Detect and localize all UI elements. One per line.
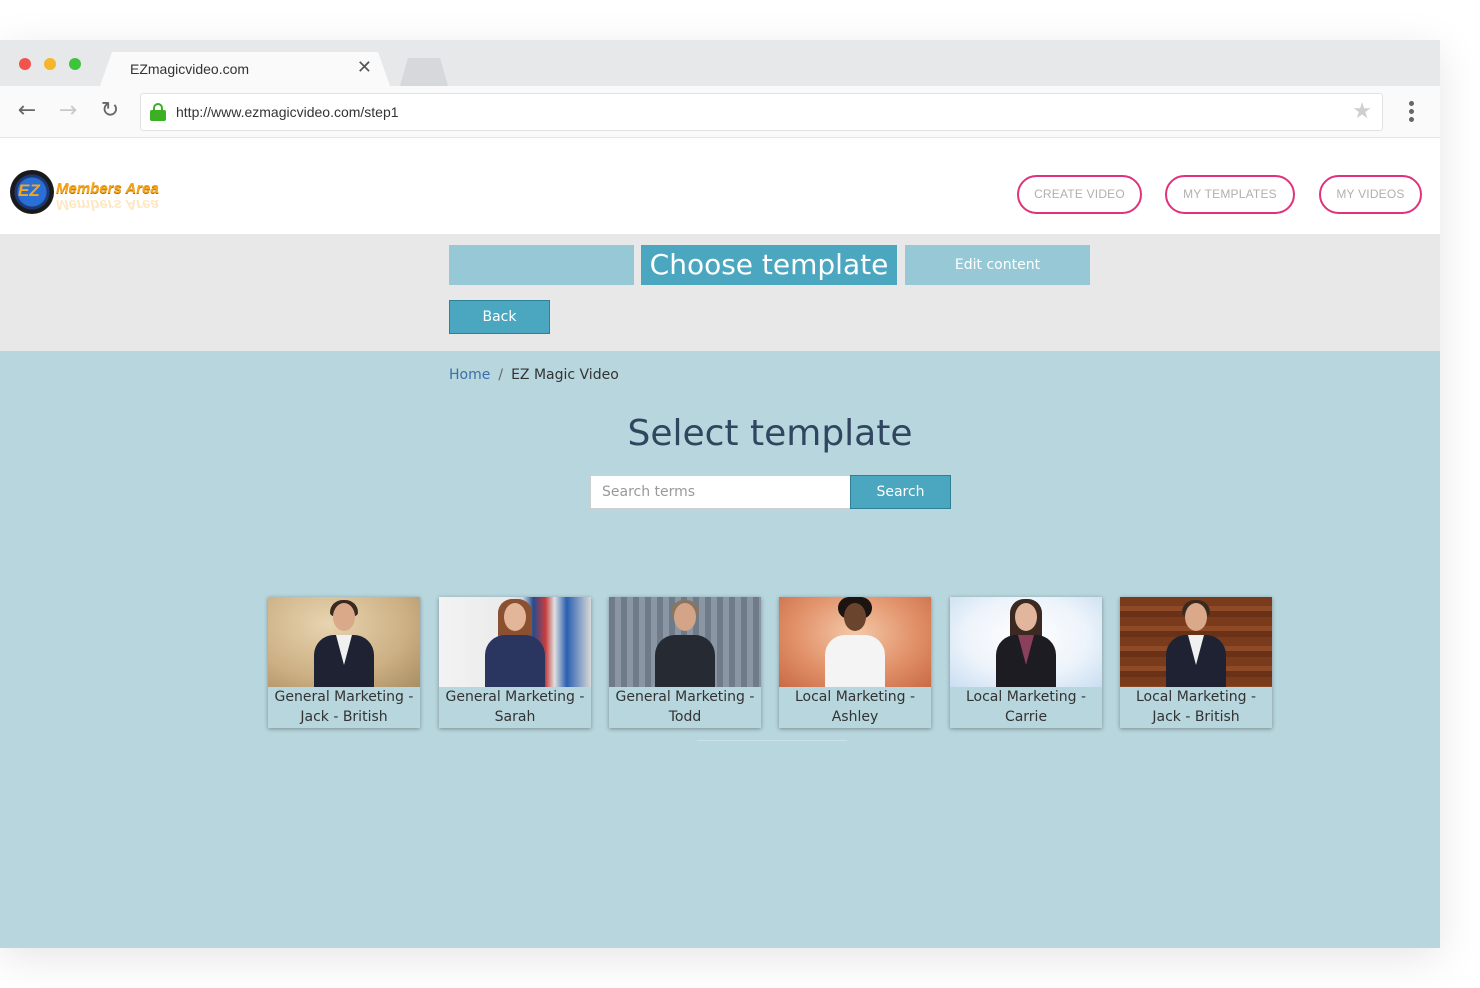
search-button[interactable]: Search — [850, 475, 951, 509]
browser-tab-bar: EZmagicvideo.com ✕ — [0, 40, 1440, 86]
template-thumbnail — [950, 597, 1102, 687]
template-thumbnail — [439, 597, 591, 687]
template-card[interactable]: General Marketing - Todd — [609, 597, 761, 728]
step-choose-template[interactable]: Choose template — [641, 245, 897, 285]
back-arrow-icon[interactable]: ← — [14, 98, 40, 124]
template-title: General Marketing - Todd — [609, 687, 761, 728]
template-thumbnail — [779, 597, 931, 687]
breadcrumb-separator: / — [498, 367, 504, 383]
site-header: EZ Members Area Members Area CREATE VIDE… — [0, 152, 1440, 234]
my-templates-button[interactable]: MY TEMPLATES — [1165, 175, 1295, 214]
browser-tab[interactable]: EZmagicvideo.com ✕ — [100, 52, 390, 86]
template-title: General Marketing - Sarah — [439, 687, 591, 728]
template-title: General Marketing - Jack - British — [268, 687, 420, 728]
template-thumbnail — [609, 597, 761, 687]
step-edit-content[interactable]: Edit content — [905, 245, 1090, 285]
tab-title: EZmagicvideo.com — [130, 61, 250, 77]
minimize-window-icon[interactable] — [44, 58, 56, 70]
tab-close-icon[interactable]: ✕ — [357, 57, 372, 78]
new-tab-button[interactable] — [400, 58, 448, 86]
my-videos-button[interactable]: MY VIDEOS — [1319, 175, 1422, 214]
template-card[interactable]: Local Marketing - Carrie — [950, 597, 1102, 728]
logo-text: Members Area — [56, 180, 159, 197]
template-card[interactable]: Local Marketing - Jack - British — [1120, 597, 1272, 728]
url-text: http://www.ezmagicvideo.com/step1 — [176, 104, 399, 120]
address-bar[interactable]: http://www.ezmagicvideo.com/step1 ★ — [140, 93, 1383, 131]
breadcrumb-home-link[interactable]: Home — [449, 367, 490, 383]
forward-arrow-icon[interactable]: → — [55, 98, 81, 124]
maximize-window-icon[interactable] — [69, 58, 81, 70]
logo[interactable]: EZ Members Area Members Area — [10, 170, 170, 216]
bookmark-star-icon[interactable]: ★ — [1352, 99, 1372, 124]
template-card[interactable]: Local Marketing - Ashley — [779, 597, 931, 728]
search-input[interactable] — [590, 475, 851, 509]
template-thumbnail — [268, 597, 420, 687]
template-title: Local Marketing - Carrie — [950, 687, 1102, 728]
logo-reflection: Members Area — [56, 196, 159, 213]
template-thumbnail — [1120, 597, 1272, 687]
reload-icon[interactable]: ↻ — [97, 98, 123, 124]
logo-mark: EZ — [18, 181, 40, 200]
step-previous[interactable] — [449, 245, 634, 285]
divider — [697, 740, 847, 741]
page-title: Select template — [627, 413, 913, 454]
close-window-icon[interactable] — [19, 58, 31, 70]
create-video-button[interactable]: CREATE VIDEO — [1017, 175, 1142, 214]
main-content: Home / EZ Magic Video Select template Sear… — [0, 351, 1440, 948]
template-card[interactable]: General Marketing - Jack - British — [268, 597, 420, 728]
browser-toolbar: ← → ↻ http://www.ezmagicvideo.com/step1 … — [0, 86, 1440, 138]
browser-window: EZmagicvideo.com ✕ ← → ↻ http://www.ezma… — [0, 40, 1440, 948]
template-title: Local Marketing - Jack - British — [1120, 687, 1272, 728]
steps-band: Choose template Edit content Back — [0, 234, 1440, 351]
template-title: Local Marketing - Ashley — [779, 687, 931, 728]
breadcrumb: Home / EZ Magic Video — [449, 367, 619, 383]
browser-menu-icon[interactable] — [1403, 98, 1419, 124]
template-card[interactable]: General Marketing - Sarah — [439, 597, 591, 728]
breadcrumb-current: EZ Magic Video — [511, 367, 619, 383]
lock-icon — [150, 103, 166, 121]
back-button[interactable]: Back — [449, 300, 550, 334]
